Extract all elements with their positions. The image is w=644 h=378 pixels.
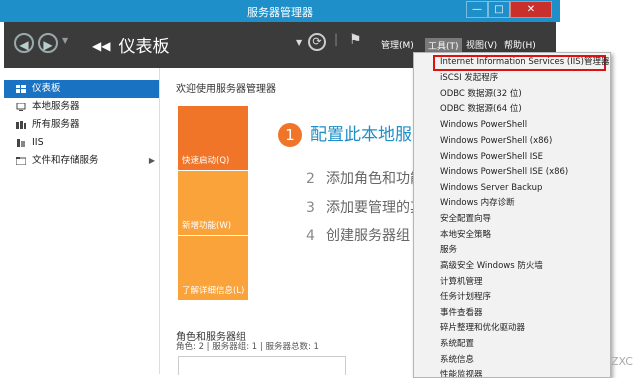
step-label: 添加要管理的其 — [326, 200, 424, 216]
menu-item-firewall[interactable]: 高级安全 Windows 防火墙 — [440, 259, 543, 274]
menu-item-memory-diagnostic[interactable]: Windows 内存诊断 — [440, 196, 515, 211]
menu-item-computer-management[interactable]: 计算机管理 — [440, 275, 483, 290]
step-number: 3 — [306, 200, 315, 216]
menu-item-powershell[interactable]: Windows PowerShell — [440, 118, 527, 133]
sidebar-item-label: 文件和存储服务 — [32, 155, 99, 166]
menu-item-powershell-ise-x86[interactable]: Windows PowerShell ISE (x86) — [440, 165, 568, 180]
sidebar-item-label: 仪表板 — [32, 83, 61, 94]
breadcrumb: ◀◀ 仪表板 — [92, 32, 169, 57]
step-number-badge: 1 — [278, 123, 302, 147]
menu-item-iis-manager[interactable]: Internet Information Services (IIS)管理器 — [440, 55, 609, 70]
history-dropdown-icon[interactable]: ▼ — [62, 36, 68, 45]
notification-flag-icon[interactable]: ⚑ — [349, 32, 362, 48]
tile-quick-start[interactable]: 快速启动(Q) — [178, 106, 248, 170]
toolbar-divider: | — [334, 32, 339, 46]
dashboard-icon — [16, 85, 26, 93]
storage-icon — [16, 157, 26, 165]
step-number: 2 — [306, 171, 315, 187]
tile-label: 了解详细信息(L) — [182, 286, 245, 296]
sidebar-item-iis[interactable]: IIS — [4, 134, 159, 152]
tile-label: 新增功能(W) — [182, 221, 232, 231]
step-label: 配置此本地服 — [310, 125, 412, 145]
watermark: ZXC — [611, 355, 633, 368]
step-add-servers[interactable]: 3 添加要管理的其 — [306, 197, 424, 217]
sidebar-item-label: 所有服务器 — [32, 119, 80, 130]
step-create-server-group[interactable]: 4 创建服务器组 — [306, 225, 410, 245]
sidebar-item-label: IIS — [32, 137, 44, 148]
step-label: 创建服务器组 — [326, 228, 410, 244]
menu-manage[interactable]: 管理(M) — [381, 38, 414, 51]
roles-summary: 角色: 2 | 服务器组: 1 | 服务器总数: 1 — [176, 342, 319, 352]
sidebar-item-label: 本地服务器 — [32, 101, 80, 112]
welcome-heading: 欢迎使用服务器管理器 — [176, 84, 276, 95]
local-server-icon — [16, 103, 26, 111]
step-add-roles[interactable]: 2 添加角色和功能 — [306, 168, 424, 188]
forward-arrow-icon[interactable]: ▶ — [38, 33, 58, 53]
step-number: 4 — [306, 228, 315, 244]
tile-label: 快速启动(Q) — [182, 156, 230, 166]
menu-view[interactable]: 视图(V) — [466, 38, 497, 51]
title-bar[interactable]: 服务器管理器 — □ ✕ — [0, 0, 560, 22]
menu-item-iscsi[interactable]: iSCSI 发起程序 — [440, 71, 498, 86]
menu-item-odbc32[interactable]: ODBC 数据源(32 位) — [440, 87, 522, 102]
menu-item-task-scheduler[interactable]: 任务计划程序 — [440, 290, 491, 305]
tile-learn-more[interactable]: 了解详细信息(L) — [178, 236, 248, 300]
minimize-button[interactable]: — — [466, 1, 488, 18]
tools-dropdown-menu: Internet Information Services (IIS)管理器 i… — [413, 52, 611, 378]
maximize-button[interactable]: □ — [488, 1, 510, 18]
server-manager-window: 服务器管理器 — □ ✕ ◀ ▶ ▼ ◀◀ 仪表板 ▼ ⟳ | ⚑ 管理(M) 工… — [0, 0, 644, 378]
menu-item-system-info[interactable]: 系统信息 — [440, 353, 474, 368]
menu-item-powershell-x86[interactable]: Windows PowerShell (x86) — [440, 134, 552, 149]
refresh-icon[interactable]: ⟳ — [308, 33, 326, 51]
step-label: 添加角色和功能 — [326, 171, 424, 187]
menu-item-event-viewer[interactable]: 事件查看器 — [440, 306, 483, 321]
sidebar-item-storage[interactable]: 文件和存储服务 ▶ — [4, 152, 159, 170]
menu-item-services[interactable]: 服务 — [440, 243, 457, 258]
breadcrumb-chevron-icon: ◀◀ — [92, 39, 111, 53]
close-button[interactable]: ✕ — [510, 1, 552, 18]
back-arrow-icon[interactable]: ◀ — [14, 33, 34, 53]
menu-help[interactable]: 帮助(H) — [504, 38, 536, 51]
step-configure-local-server[interactable]: 1 配置此本地服 — [278, 120, 412, 147]
role-tile[interactable] — [178, 356, 346, 375]
menu-item-performance-monitor[interactable]: 性能监视器 — [440, 368, 483, 377]
menu-item-system-config[interactable]: 系统配置 — [440, 337, 474, 352]
tile-whats-new[interactable]: 新增功能(W) — [178, 171, 248, 235]
menu-item-security-config-wizard[interactable]: 安全配置向导 — [440, 212, 491, 227]
menu-tools[interactable]: 工具(T) — [425, 38, 462, 53]
sidebar-item-dashboard[interactable]: 仪表板 — [4, 80, 159, 98]
iis-icon — [17, 139, 25, 147]
menu-item-defrag[interactable]: 碎片整理和优化驱动器 — [440, 321, 525, 336]
sidebar-item-all-servers[interactable]: 所有服务器 — [4, 116, 159, 134]
all-servers-icon — [16, 121, 26, 129]
page-title: 仪表板 — [118, 37, 170, 57]
dropdown-icon[interactable]: ▼ — [296, 38, 302, 47]
menu-item-powershell-ise[interactable]: Windows PowerShell ISE — [440, 150, 543, 165]
menu-item-local-security-policy[interactable]: 本地安全策略 — [440, 228, 491, 243]
expand-arrow-icon[interactable]: ▶ — [149, 152, 155, 170]
menu-item-server-backup[interactable]: Windows Server Backup — [440, 181, 542, 196]
menu-item-odbc64[interactable]: ODBC 数据源(64 位) — [440, 102, 522, 117]
sidebar: 仪表板 本地服务器 所有服务器 IIS 文件和存储服务 ▶ — [4, 68, 160, 374]
sidebar-item-local-server[interactable]: 本地服务器 — [4, 98, 159, 116]
